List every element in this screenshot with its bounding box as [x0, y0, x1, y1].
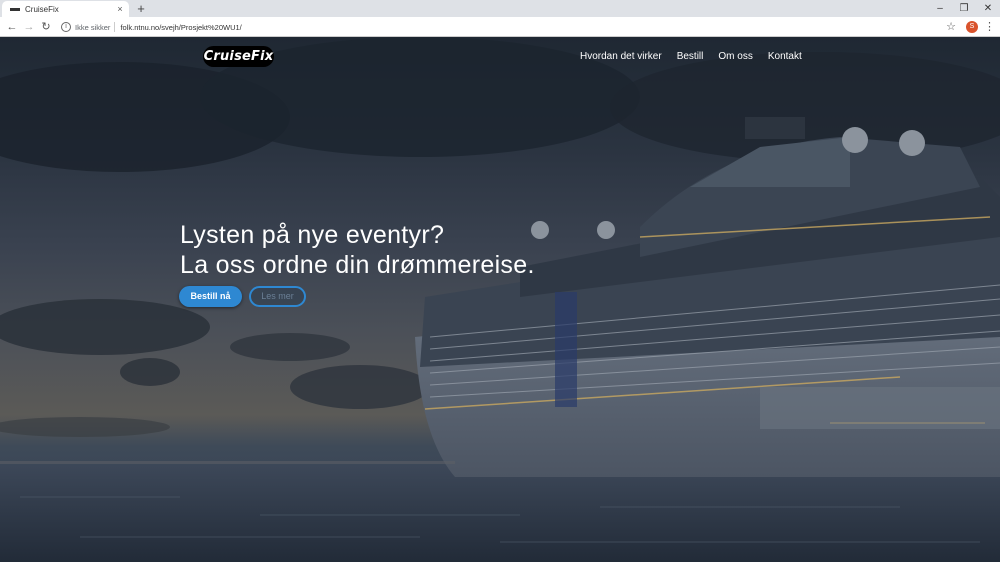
hero-line-1: Lysten på nye eventyr? [180, 221, 445, 249]
url-text[interactable]: folk.ntnu.no/svejh/Prosjekt%20WU1/ [120, 23, 241, 32]
menu-dots-icon[interactable]: ⋮ [984, 19, 995, 35]
site-nav: Hvordan det virker Bestill Om oss Kontak… [580, 51, 802, 62]
browser-tab-strip: CruiseFix × + – ❐ ✕ [0, 0, 1000, 17]
site-logo[interactable]: CruiseFix [203, 46, 274, 67]
nav-how-it-works[interactable]: Hvordan det virker [580, 51, 662, 62]
divider [114, 22, 116, 32]
tab-title: CruiseFix [25, 4, 59, 14]
hero-background-image [0, 37, 1000, 562]
profile-avatar[interactable]: S [966, 21, 978, 33]
favicon-icon [10, 7, 20, 11]
close-window-icon[interactable]: ✕ [976, 0, 1000, 17]
read-more-button[interactable]: Les mer [249, 286, 306, 307]
minimize-icon[interactable]: – [928, 0, 952, 17]
browser-tab[interactable]: CruiseFix × [2, 1, 129, 17]
security-label: Ikke sikker [75, 22, 111, 32]
hero-heading: Lysten på nye eventyr? La oss ordne din … [180, 220, 535, 280]
browser-toolbar: ← → ↻ i Ikke sikker folk.ntnu.no/svejh/P… [0, 17, 1000, 37]
page-viewport: CruiseFix Hvordan det virker Bestill Om … [0, 37, 1000, 562]
restore-icon[interactable]: ❐ [952, 0, 976, 17]
tab-close-icon[interactable]: × [113, 4, 127, 14]
hero-line-2: La oss ordne din drømmereise. [180, 251, 535, 279]
nav-about[interactable]: Om oss [718, 51, 752, 62]
reload-icon[interactable]: ↻ [38, 19, 54, 35]
forward-arrow-icon[interactable]: → [21, 19, 37, 35]
info-icon[interactable]: i [61, 22, 71, 32]
new-tab-button[interactable]: + [134, 1, 148, 16]
nav-contact[interactable]: Kontakt [768, 51, 802, 62]
star-icon[interactable]: ☆ [944, 19, 958, 35]
back-arrow-icon[interactable]: ← [4, 19, 20, 35]
order-now-button[interactable]: Bestill nå [179, 286, 242, 307]
nav-order[interactable]: Bestill [677, 51, 704, 62]
address-bar[interactable]: i Ikke sikker folk.ntnu.no/svejh/Prosjek… [58, 19, 960, 35]
